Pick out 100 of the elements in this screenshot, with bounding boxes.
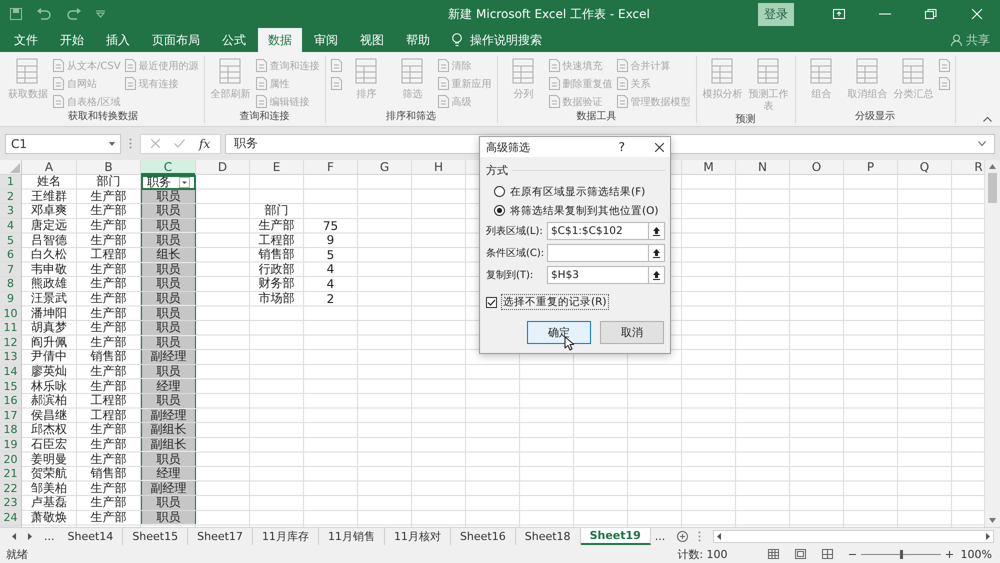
row-header[interactable]: 5 [0, 233, 21, 247]
column-header[interactable]: F [304, 160, 357, 174]
name-box[interactable]: C1 [5, 134, 121, 154]
checkbox[interactable] [486, 296, 497, 308]
ribbon-tab[interactable]: 视图 [350, 28, 394, 52]
next-sheet-icon[interactable] [28, 533, 32, 540]
row-header[interactable]: 1 [0, 175, 21, 189]
row-header[interactable]: 13 [0, 350, 21, 364]
row-header[interactable]: 8 [0, 277, 21, 291]
row-header[interactable]: 21 [0, 466, 21, 480]
row-header[interactable]: 9 [0, 292, 21, 306]
row-header[interactable]: 16 [0, 394, 21, 408]
restore-icon[interactable] [925, 9, 937, 19]
collapse-dialog-button[interactable] [649, 222, 665, 240]
undo-icon[interactable] [36, 8, 52, 20]
row-header[interactable]: 23 [0, 496, 21, 510]
row-header[interactable]: 14 [0, 364, 21, 378]
radio-label[interactable]: 将筛选结果复制到其他位置(O) [510, 204, 658, 218]
ribbon-tab[interactable]: 数据 [258, 28, 302, 52]
column-header[interactable]: O [790, 160, 843, 174]
column-header[interactable]: H [412, 160, 465, 174]
column-header[interactable]: D [196, 160, 249, 174]
scroll-left-icon[interactable] [717, 533, 722, 540]
radio-label[interactable]: 在原有区域显示筛选结果(F) [510, 184, 646, 198]
ribbon-tab[interactable]: 公式 [212, 28, 256, 52]
column-header[interactable]: C [141, 160, 195, 175]
collapse-dialog-button[interactable] [649, 244, 665, 262]
document-icon [124, 59, 136, 72]
share-button[interactable]: 共享 [966, 32, 990, 48]
slider-thumb[interactable] [900, 550, 903, 558]
page-break-icon[interactable] [822, 549, 833, 559]
more-sheets-button[interactable]: ... [650, 528, 670, 545]
column-header[interactable]: B [77, 160, 140, 174]
customize-icon[interactable] [96, 10, 105, 18]
row-header[interactable]: 18 [0, 423, 21, 437]
row-header[interactable]: 15 [0, 379, 21, 393]
row-header[interactable]: 17 [0, 408, 21, 422]
radio-button[interactable] [494, 205, 505, 216]
column-header[interactable]: A [22, 160, 76, 174]
column-header[interactable]: N [736, 160, 789, 174]
grid-view-icon[interactable] [768, 549, 779, 559]
input-field[interactable]: $C$1:$C$102 [547, 222, 649, 240]
row-header[interactable]: 3 [0, 204, 21, 218]
zoom-in-icon[interactable] [946, 550, 953, 558]
column-header[interactable]: G [358, 160, 411, 174]
row-header[interactable]: 20 [0, 452, 21, 466]
input-field[interactable] [547, 244, 649, 262]
sign-in-button[interactable]: 登录 [758, 2, 794, 26]
scroll-right-icon[interactable] [986, 533, 990, 540]
radio-button[interactable] [494, 186, 505, 197]
row-header[interactable]: 7 [0, 262, 21, 276]
sheet-tab[interactable]: Sheet19 [580, 528, 651, 545]
vertical-scrollbar[interactable] [984, 160, 1000, 527]
column-header[interactable]: E [250, 160, 303, 174]
tell-me-search[interactable]: 操作说明搜索 [470, 32, 542, 48]
scroll-thumb[interactable] [988, 173, 997, 203]
zoom-level[interactable]: 100% [960, 548, 992, 560]
redo-icon[interactable] [66, 8, 82, 20]
page-layout-icon[interactable] [794, 549, 806, 559]
document-icon [330, 59, 342, 72]
row-header[interactable]: 22 [0, 481, 21, 496]
ribbon-tab[interactable]: 开始 [50, 28, 94, 52]
add-sheet-icon[interactable] [677, 531, 688, 542]
column-header[interactable]: R [952, 160, 984, 174]
collapse-dialog-button[interactable] [649, 266, 665, 284]
row-header[interactable]: 6 [0, 248, 21, 262]
row-header[interactable]: 19 [0, 438, 21, 452]
table-cell: 副组长 [141, 423, 196, 437]
table-cell-text: 工程部 [90, 408, 128, 422]
ribbon-tab[interactable]: 审阅 [304, 28, 348, 52]
table-cell-text: 潘坤阳 [30, 306, 68, 320]
insert-function-button[interactable]: fx [199, 136, 210, 150]
column-header[interactable]: Q [898, 160, 951, 174]
row-header[interactable]: 11 [0, 320, 21, 335]
input-field[interactable]: $H$3 [547, 266, 649, 284]
scroll-down-icon[interactable] [989, 518, 996, 523]
dialog-button[interactable]: 取消 [600, 321, 664, 344]
more-sheets-button[interactable]: ... [40, 528, 58, 545]
table-cell-text: 生产部 [258, 218, 296, 232]
ribbon-tab[interactable]: 插入 [96, 28, 140, 52]
row-header[interactable]: 4 [0, 218, 21, 232]
ribbon-tab[interactable]: 帮助 [396, 28, 440, 52]
filter-dropdown-icon[interactable] [179, 176, 190, 188]
row-header[interactable]: 12 [0, 336, 21, 350]
horizontal-scrollbar[interactable] [713, 530, 994, 543]
previous-sheet-icon[interactable] [12, 533, 16, 540]
check-icon[interactable] [174, 139, 185, 148]
ribbon-display-icon[interactable] [833, 9, 845, 19]
column-header[interactable]: P [844, 160, 897, 174]
ribbon-tab[interactable]: 文件 [4, 28, 48, 52]
checkbox-label[interactable]: 选择不重复的记录(R) [501, 294, 608, 310]
dialog-button[interactable]: 确定 [527, 321, 591, 344]
table-cell-text: 生产部 [90, 277, 128, 291]
scroll-up-icon[interactable] [989, 164, 996, 169]
row-header[interactable]: 2 [0, 190, 21, 204]
row-header[interactable]: 24 [0, 510, 21, 524]
ribbon-tab[interactable]: 页面布局 [142, 28, 210, 52]
row-header[interactable]: 10 [0, 306, 21, 320]
column-header[interactable]: M [682, 160, 735, 174]
table-cell-text: 胡真梦 [30, 320, 68, 335]
